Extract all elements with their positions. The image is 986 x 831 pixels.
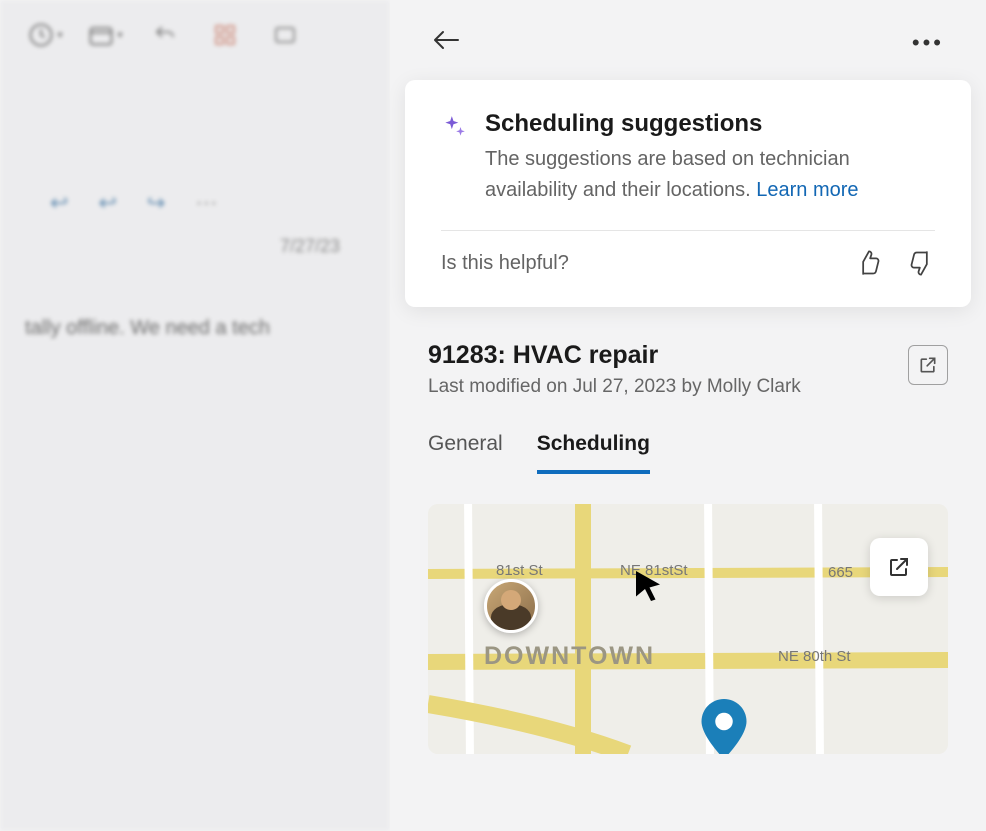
grid-icon xyxy=(205,15,245,55)
thumbs-up-button[interactable] xyxy=(855,249,883,277)
email-snippet: tally offline. We need a tech xyxy=(20,317,370,340)
reply-all-icon: ↩ xyxy=(98,190,116,216)
scheduling-suggestion-card: Scheduling suggestions The suggestions a… xyxy=(405,80,971,307)
cursor-icon xyxy=(630,568,666,604)
forward-icon: ↪ xyxy=(147,190,165,216)
card-divider xyxy=(441,230,935,231)
folder-icon: ▾ xyxy=(85,15,125,55)
more-icon: ⋯ xyxy=(195,190,217,216)
open-record-button[interactable] xyxy=(908,345,948,385)
email-action-row: ↩ ↩ ↪ ⋯ xyxy=(50,190,370,216)
work-order-title: 91283: HVAC repair xyxy=(428,341,801,370)
map-pin[interactable] xyxy=(698,699,750,751)
copilot-side-pane: ••• Scheduling suggestions The suggestio… xyxy=(390,0,986,831)
thumbs-down-button[interactable] xyxy=(907,249,935,277)
clock-icon: ▾ xyxy=(25,15,65,55)
work-order-section: 91283: HVAC repair Last modified on Jul … xyxy=(390,307,986,476)
email-background-pane: ▾ ▾ ↩ ↩ ↪ ⋯ 7/27/23 tally offline. We ne… xyxy=(0,0,390,831)
feedback-prompt: Is this helpful? xyxy=(441,252,569,275)
work-order-tabs: General Scheduling xyxy=(428,432,948,476)
more-options-button[interactable]: ••• xyxy=(912,30,944,56)
map-open-button[interactable] xyxy=(870,538,928,596)
tab-general[interactable]: General xyxy=(428,432,503,474)
sparkle-icon xyxy=(441,114,467,140)
technician-avatar[interactable] xyxy=(484,579,538,633)
undo-icon xyxy=(145,15,185,55)
reply-icon: ↩ xyxy=(50,190,68,216)
map-label-81st: 81st St xyxy=(496,562,543,579)
back-button[interactable] xyxy=(432,28,460,58)
card-description: The suggestions are based on technician … xyxy=(485,144,935,206)
email-date: 7/27/23 xyxy=(20,236,370,257)
map-label-ne80: NE 80th St xyxy=(778,648,851,665)
pane-header: ••• xyxy=(390,0,986,80)
window-icon xyxy=(265,15,305,55)
toolbar-blurred: ▾ ▾ xyxy=(0,0,390,70)
map-label-665: 665 xyxy=(828,564,853,581)
map-view[interactable]: 81st St NE 81stSt 665 NE 80th St DOWNTOW… xyxy=(428,504,948,754)
map-label-downtown: DOWNTOWN xyxy=(484,642,655,671)
card-title: Scheduling suggestions xyxy=(485,110,935,138)
feedback-row: Is this helpful? xyxy=(441,249,935,277)
learn-more-link[interactable]: Learn more xyxy=(756,179,858,201)
work-order-last-modified: Last modified on Jul 27, 2023 by Molly C… xyxy=(428,376,801,398)
tab-scheduling[interactable]: Scheduling xyxy=(537,432,650,474)
